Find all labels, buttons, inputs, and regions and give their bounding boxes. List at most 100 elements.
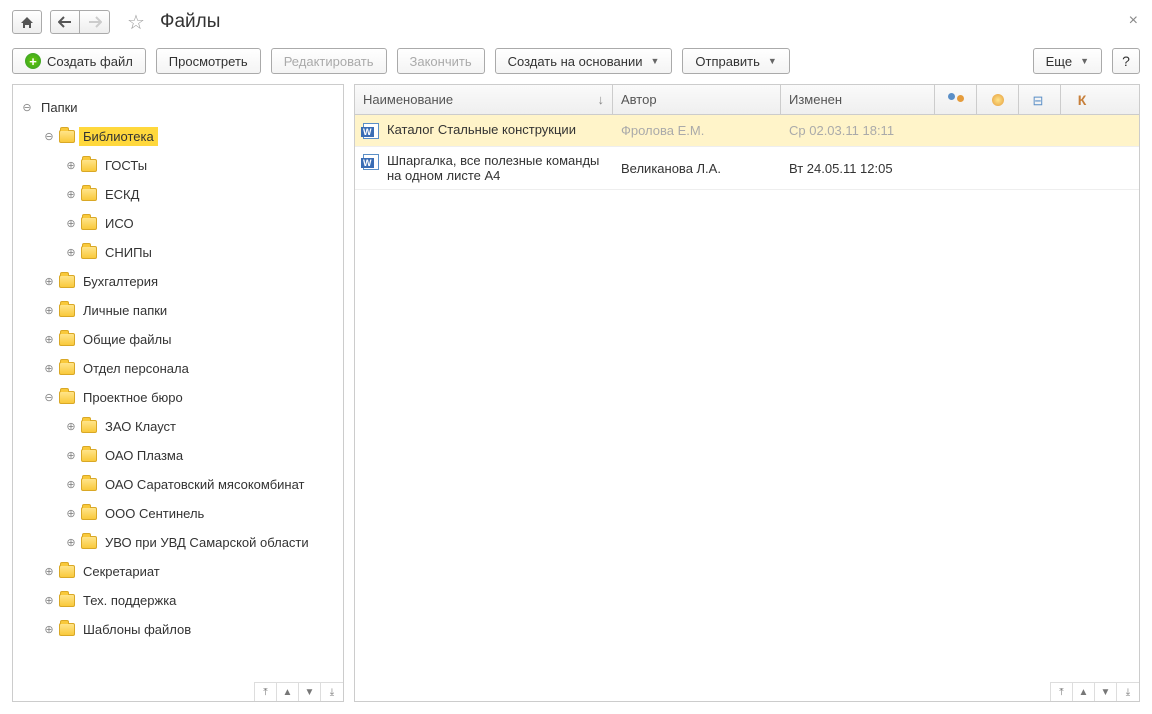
folder-icon <box>59 304 75 317</box>
col-modified[interactable]: Изменен <box>781 85 935 114</box>
edit-button: Редактировать <box>271 48 387 74</box>
create-based-button[interactable]: Создать на основании▼ <box>495 48 673 74</box>
finish-button: Закончить <box>397 48 485 74</box>
close-button[interactable]: × <box>1129 12 1138 30</box>
folder-icon <box>81 188 97 201</box>
folder-icon <box>81 246 97 259</box>
expand-icon[interactable] <box>43 304 55 317</box>
folder-icon <box>59 391 75 404</box>
expand-icon[interactable] <box>65 478 77 491</box>
scroll-up-button[interactable]: ▲ <box>277 683 299 701</box>
expand-icon[interactable] <box>65 159 77 172</box>
col-users[interactable] <box>935 85 977 114</box>
expand-icon[interactable] <box>65 507 77 520</box>
tree-nav-strip: ⤒ ▲ ▼ ⤓ <box>254 682 343 701</box>
tree-item-personal[interactable]: Личные папки <box>17 296 339 325</box>
tree-item-buh[interactable]: Бухгалтерия <box>17 267 339 296</box>
tree-item-hr[interactable]: Отдел персонала <box>17 354 339 383</box>
folder-icon <box>59 333 75 346</box>
home-button[interactable] <box>12 10 42 34</box>
people-icon <box>948 93 964 107</box>
tree-item-secretariat[interactable]: Секретариат <box>17 557 339 586</box>
col-hierarchy[interactable] <box>1019 85 1061 114</box>
tree-item-templates[interactable]: Шаблоны файлов <box>17 615 339 644</box>
scroll-down-button[interactable]: ▼ <box>299 683 321 701</box>
tree-item-snipy[interactable]: СНИПы <box>17 238 339 267</box>
expand-icon[interactable] <box>65 246 77 259</box>
collapse-icon[interactable] <box>43 130 55 143</box>
expand-icon[interactable] <box>43 565 55 578</box>
hierarchy-icon <box>1033 93 1047 107</box>
expand-icon[interactable] <box>65 420 77 433</box>
tree-item-uvo[interactable]: УВО при УВД Самарской области <box>17 528 339 557</box>
expand-icon[interactable] <box>43 362 55 375</box>
scroll-bottom-button[interactable]: ⤓ <box>321 683 343 701</box>
folder-icon <box>81 217 97 230</box>
forward-button <box>80 10 110 34</box>
folder-icon <box>59 565 75 578</box>
back-button[interactable] <box>50 10 80 34</box>
folder-icon <box>81 159 97 172</box>
send-button[interactable]: Отправить▼ <box>682 48 789 74</box>
favorite-icon[interactable]: ☆ <box>124 10 148 34</box>
help-button[interactable]: ? <box>1112 48 1140 74</box>
table-header: Наименование Автор Изменен К <box>355 85 1139 115</box>
doc-icon <box>363 123 379 139</box>
expand-icon[interactable] <box>43 333 55 346</box>
expand-icon[interactable] <box>65 188 77 201</box>
collapse-icon[interactable] <box>43 391 55 404</box>
expand-icon[interactable] <box>65 449 77 462</box>
doc-icon <box>363 154 379 170</box>
tree-item-saratov[interactable]: ОАО Саратовский мясокомбинат <box>17 470 339 499</box>
tree-item-zao[interactable]: ЗАО Клауст <box>17 412 339 441</box>
expand-icon[interactable] <box>65 217 77 230</box>
k-icon: К <box>1078 92 1087 108</box>
col-bulb[interactable] <box>977 85 1019 114</box>
chevron-down-icon: ▼ <box>650 56 659 66</box>
collapse-icon[interactable] <box>21 101 33 114</box>
tree-item-plazma[interactable]: ОАО Плазма <box>17 441 339 470</box>
col-k[interactable]: К <box>1061 85 1103 114</box>
tree-item-shared[interactable]: Общие файлы <box>17 325 339 354</box>
folder-icon <box>59 362 75 375</box>
table-row[interactable]: Каталог Стальные конструкции Фролова Е.М… <box>355 115 1139 147</box>
scroll-top-button[interactable]: ⤒ <box>255 683 277 701</box>
tree-root[interactable]: Папки <box>17 93 339 122</box>
scroll-bottom-button[interactable]: ⤓ <box>1117 683 1139 701</box>
page-title: Файлы <box>160 11 220 33</box>
tree-item-biblioteka[interactable]: Библиотека <box>17 122 339 151</box>
scroll-down-button[interactable]: ▼ <box>1095 683 1117 701</box>
tree-item-sentinel[interactable]: ООО Сентинель <box>17 499 339 528</box>
folder-icon <box>81 536 97 549</box>
folder-icon <box>59 623 75 636</box>
tree-item-gosty[interactable]: ГОСТы <box>17 151 339 180</box>
scroll-top-button[interactable]: ⤒ <box>1051 683 1073 701</box>
expand-icon[interactable] <box>43 623 55 636</box>
list-nav-strip: ⤒ ▲ ▼ ⤓ <box>1050 682 1139 701</box>
tree-item-support[interactable]: Тех. поддержка <box>17 586 339 615</box>
expand-icon[interactable] <box>43 275 55 288</box>
folder-icon <box>59 594 75 607</box>
folder-icon <box>81 420 97 433</box>
col-name[interactable]: Наименование <box>355 85 613 114</box>
folder-icon <box>81 478 97 491</box>
view-button[interactable]: Просмотреть <box>156 48 261 74</box>
plus-icon: + <box>25 53 41 69</box>
col-author[interactable]: Автор <box>613 85 781 114</box>
expand-icon[interactable] <box>65 536 77 549</box>
folder-icon <box>81 507 97 520</box>
folder-icon <box>81 449 97 462</box>
tree-item-project[interactable]: Проектное бюро <box>17 383 339 412</box>
expand-icon[interactable] <box>43 594 55 607</box>
bulb-icon <box>992 94 1004 106</box>
file-list: Наименование Автор Изменен К Каталог Ста… <box>354 84 1140 702</box>
tree-item-iso[interactable]: ИСО <box>17 209 339 238</box>
chevron-down-icon: ▼ <box>768 56 777 66</box>
table-row[interactable]: Шпаргалка, все полезные команды на одном… <box>355 147 1139 190</box>
tree-item-eskd[interactable]: ЕСКД <box>17 180 339 209</box>
more-button[interactable]: Еще▼ <box>1033 48 1102 74</box>
create-file-button[interactable]: +Создать файл <box>12 48 146 74</box>
scroll-up-button[interactable]: ▲ <box>1073 683 1095 701</box>
folder-icon <box>59 275 75 288</box>
chevron-down-icon: ▼ <box>1080 56 1089 66</box>
